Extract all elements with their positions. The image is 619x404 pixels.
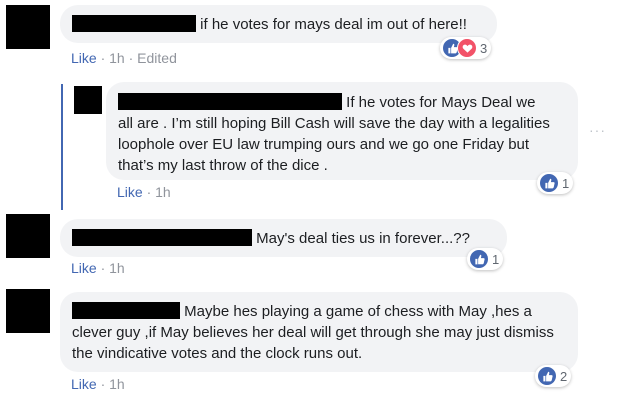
- avatar[interactable]: [74, 86, 102, 114]
- redacted-author-name: [72, 302, 180, 319]
- like-button[interactable]: Like: [117, 184, 143, 200]
- comment-text-continued: all are . I’m still hoping Bill Cash wil…: [118, 115, 550, 174]
- comment-actions: Like · 1h: [71, 260, 125, 276]
- comment-actions: Like · 1h · Edited: [71, 50, 177, 66]
- reaction-count: 2: [560, 368, 568, 384]
- reaction-summary[interactable]: 2: [535, 365, 572, 387]
- comment-text: If he votes for Mays Deal we: [346, 94, 536, 111]
- comment-text: if he votes for mays deal im out of here…: [200, 16, 467, 33]
- avatar[interactable]: [6, 214, 50, 258]
- reaction-count: 1: [492, 251, 500, 267]
- redacted-author-name: [72, 15, 196, 32]
- reaction-count: 3: [480, 40, 488, 56]
- reaction-summary[interactable]: 1: [467, 248, 504, 270]
- timestamp[interactable]: 1h: [109, 376, 125, 392]
- avatar[interactable]: [6, 5, 50, 49]
- comment-bubble: May's deal ties us in forever...??: [60, 219, 507, 257]
- comment-bubble: If he votes for Mays Deal we all are . I…: [106, 82, 578, 180]
- redacted-author-name: [72, 229, 252, 246]
- timestamp[interactable]: 1h: [109, 50, 125, 66]
- reply-thread-line: [61, 84, 63, 210]
- redacted-author-name: [118, 93, 342, 110]
- reaction-count: 1: [562, 175, 570, 191]
- reaction-summary[interactable]: 3: [440, 37, 492, 59]
- timestamp[interactable]: 1h: [109, 260, 125, 276]
- comment-actions: Like · 1h: [117, 184, 171, 200]
- more-options-icon[interactable]: ···: [589, 122, 606, 138]
- like-button[interactable]: Like: [71, 260, 97, 276]
- comment-text: Maybe hes playing a game of chess with M…: [184, 303, 532, 320]
- reaction-summary[interactable]: 1: [537, 172, 574, 194]
- thumbs-up-icon: [469, 249, 489, 269]
- comment-actions: Like · 1h: [71, 376, 125, 392]
- edited-label[interactable]: Edited: [137, 50, 177, 66]
- like-button[interactable]: Like: [71, 50, 97, 66]
- timestamp[interactable]: 1h: [155, 184, 171, 200]
- comment-bubble: if he votes for mays deal im out of here…: [60, 5, 497, 43]
- comment-text: May's deal ties us in forever...??: [256, 230, 470, 247]
- comment-bubble: Maybe hes playing a game of chess with M…: [60, 292, 578, 372]
- like-button[interactable]: Like: [71, 376, 97, 392]
- thumbs-up-icon: [537, 366, 557, 386]
- avatar[interactable]: [6, 289, 50, 333]
- heart-icon: [457, 38, 477, 58]
- comment-text-continued: clever guy ,if May believes her deal wil…: [72, 324, 554, 362]
- thumbs-up-icon: [539, 173, 559, 193]
